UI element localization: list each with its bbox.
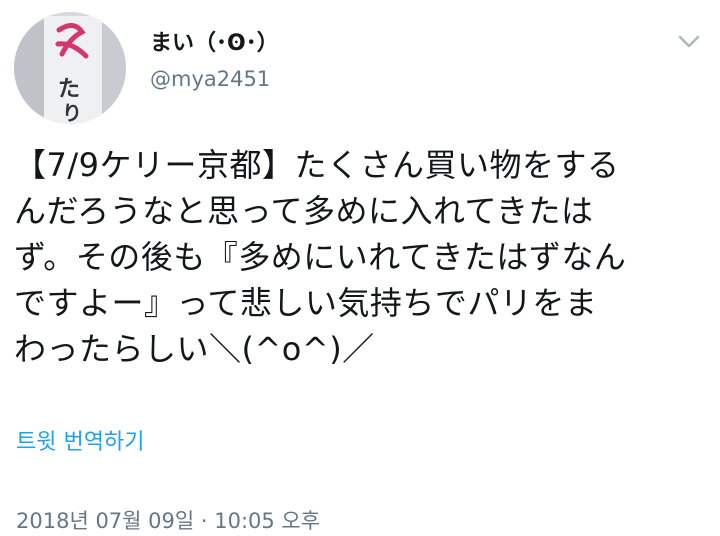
chevron-down-icon[interactable] bbox=[676, 28, 702, 54]
avatar-image: た り bbox=[14, 12, 126, 124]
tweet-text: 【7/9ケリー京都】たくさん買い物をする んだろうなと思って多めに入れてきたは … bbox=[14, 146, 627, 368]
avatar-label-1: た bbox=[58, 77, 80, 102]
avatar-label-2: り bbox=[62, 101, 82, 124]
avatar[interactable]: た り bbox=[14, 12, 126, 124]
tweet-header: た り まい（･ʘ･） @mya2451 bbox=[0, 0, 720, 130]
translate-tweet-link[interactable]: 트윗 번역하기 bbox=[16, 424, 144, 456]
tweet-timestamp[interactable]: 2018년 07월 09일 · 10:05 오후 bbox=[16, 505, 320, 535]
display-name[interactable]: まい（･ʘ･） bbox=[150, 30, 279, 58]
user-handle[interactable]: @mya2451 bbox=[150, 66, 279, 92]
user-names: まい（･ʘ･） @mya2451 bbox=[150, 30, 279, 92]
